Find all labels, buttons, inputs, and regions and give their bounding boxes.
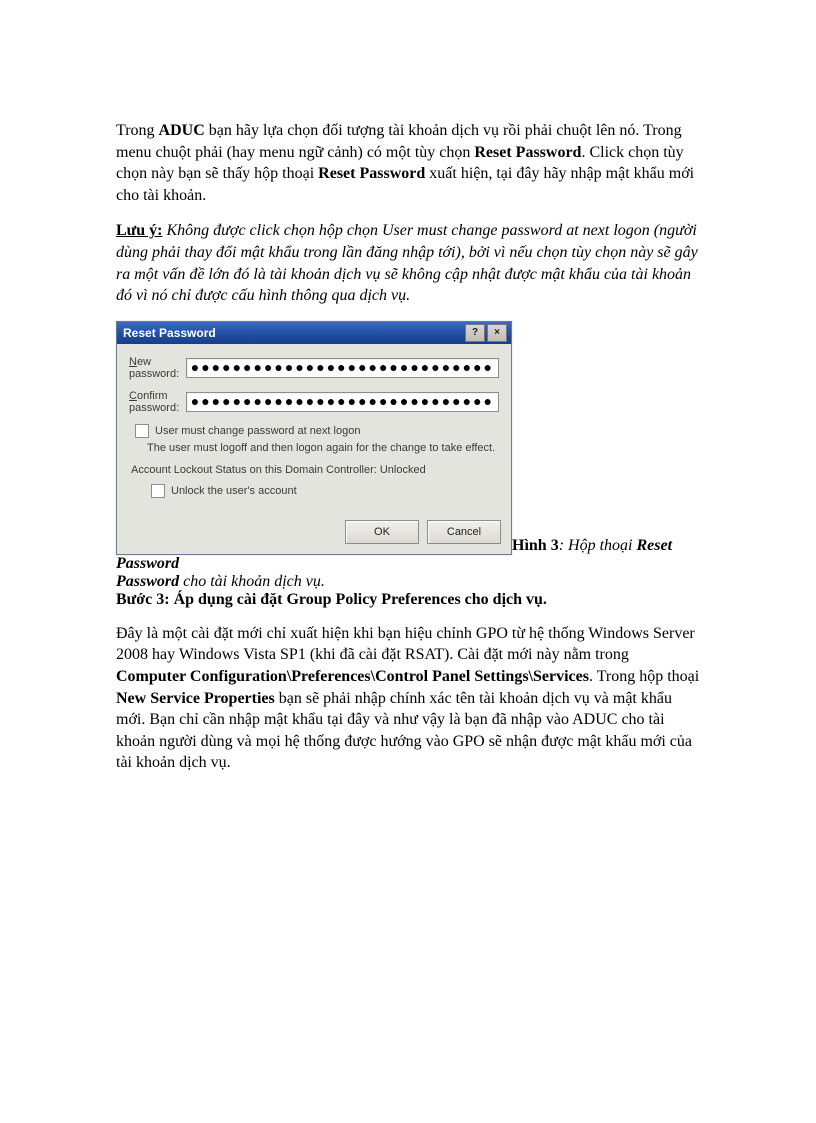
lockout-status-text: Account Lockout Status on this Domain Co… <box>131 464 499 476</box>
reset-password-dialog: Reset Password ? × New password: ●●●●●●●… <box>116 321 512 555</box>
user-must-change-label: User must change password at next logon <box>155 425 360 437</box>
paragraph-3: Đây là một cài đặt mới chỉ xuất hiện khi… <box>116 623 700 774</box>
note-body: Không được click chọn hộp chọn User must… <box>116 222 698 304</box>
dialog-titlebar[interactable]: Reset Password ? × <box>117 322 511 344</box>
user-must-change-checkbox[interactable] <box>135 424 149 438</box>
note-label: Lưu ý: <box>116 222 163 239</box>
cancel-button[interactable]: Cancel <box>427 520 501 544</box>
help-icon[interactable]: ? <box>465 324 485 342</box>
step-3-heading: Bước 3: Áp dụng cài đặt Group Policy Pre… <box>116 591 700 609</box>
new-password-input[interactable]: ●●●●●●●●●●●●●●●●●●●●●●●●●●●●● <box>186 358 499 378</box>
dialog-title: Reset Password <box>123 326 216 340</box>
unlock-account-checkbox[interactable] <box>151 484 165 498</box>
logoff-info-text: The user must logoff and then logon agai… <box>147 442 499 454</box>
close-icon[interactable]: × <box>487 324 507 342</box>
ok-button[interactable]: OK <box>345 520 419 544</box>
confirm-password-label: Confirm password: <box>129 390 186 414</box>
unlock-account-label: Unlock the user's account <box>171 485 297 497</box>
note-paragraph: Lưu ý: Không được click chọn hộp chọn Us… <box>116 220 700 306</box>
paragraph-1: Trong ADUC bạn hãy lựa chọn đối tượng tà… <box>116 120 700 206</box>
confirm-password-input[interactable]: ●●●●●●●●●●●●●●●●●●●●●●●●●●●●● <box>186 392 499 412</box>
figure-caption-tail: Reset PasswordReset PasswordPassword cho… <box>116 573 700 591</box>
new-password-label: New password: <box>129 356 186 380</box>
